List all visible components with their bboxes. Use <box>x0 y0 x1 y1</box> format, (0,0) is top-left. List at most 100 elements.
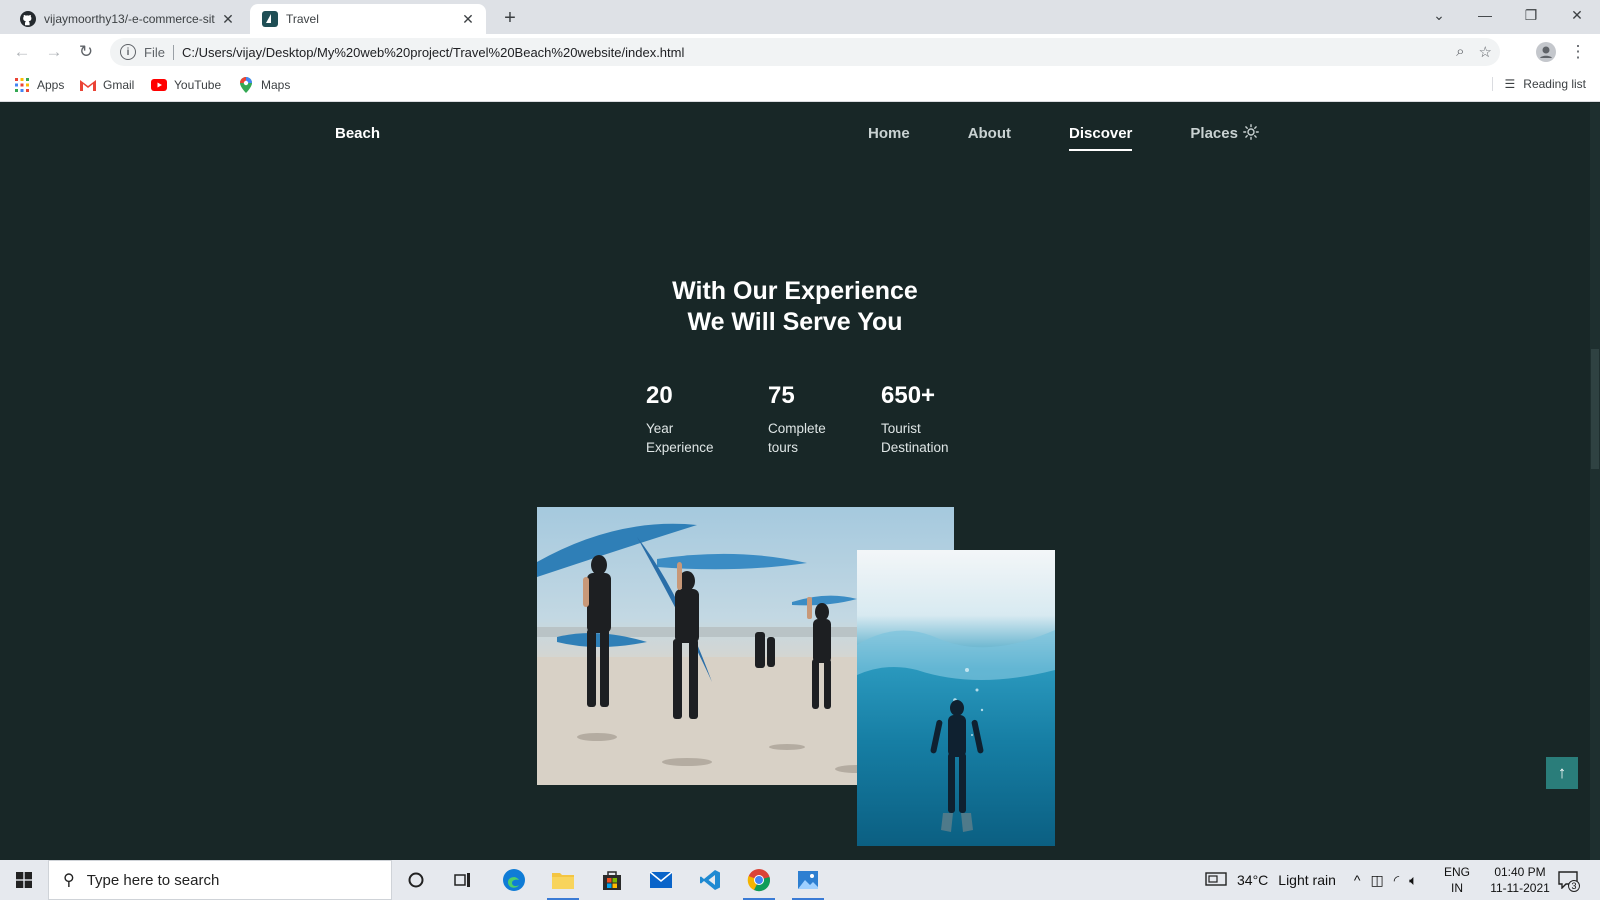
info-icon[interactable]: i <box>120 44 136 60</box>
clock-date: 11-11-2021 <box>1490 881 1550 895</box>
reading-list-icon: ☰ <box>1504 77 1516 91</box>
forward-arrow-icon[interactable]: → <box>40 38 68 66</box>
tray-chevron-up-icon[interactable]: ^ <box>1354 872 1361 888</box>
edge-browser-icon[interactable] <box>494 864 534 896</box>
microsoft-store-icon[interactable] <box>592 864 632 896</box>
bookmark-youtube[interactable]: YouTube <box>151 77 221 93</box>
photos-app-icon[interactable] <box>788 864 828 900</box>
language-indicator[interactable]: ENG IN <box>1444 864 1470 896</box>
tab-github[interactable]: vijaymoorthy13/-e-commerce-sit ✕ <box>8 4 246 34</box>
scroll-to-top-button[interactable]: ↑ <box>1546 757 1578 789</box>
stat-label: Tourist Destination <box>881 419 949 457</box>
underwater-diver-photo <box>857 550 1055 846</box>
address-bar[interactable]: i File C:/Users/vijay/Desktop/My%20web%2… <box>110 38 1500 66</box>
chrome-icon[interactable] <box>739 864 779 900</box>
weather-icon[interactable] <box>1205 871 1227 890</box>
vscode-icon[interactable] <box>690 864 730 896</box>
address-toolbar: ← → ↻ i File C:/Users/vijay/Desktop/My%2… <box>0 34 1600 70</box>
mail-icon[interactable] <box>641 864 681 896</box>
bookmark-label: Maps <box>261 78 291 92</box>
gmail-icon <box>80 77 96 93</box>
stat-tours: 75 Complete tours <box>768 381 826 457</box>
clock-time: 01:40 PM <box>1494 865 1546 879</box>
bookmark-maps[interactable]: Maps <box>238 77 290 93</box>
windows-taskbar: ⚲ Type here to search 34°C Light rain ^ … <box>0 860 1600 900</box>
scrollbar-thumb[interactable] <box>1591 349 1599 469</box>
search-placeholder: Type here to search <box>86 871 220 889</box>
heading-line-2: We Will Serve You <box>687 308 903 336</box>
stat-label-line: Complete <box>768 421 826 436</box>
network-wifi-icon[interactable]: ◜ <box>1394 872 1399 889</box>
minimize-icon[interactable]: — <box>1462 0 1508 30</box>
lang-line: ENG <box>1444 865 1471 879</box>
stat-years: 20 Year Experience <box>646 381 714 457</box>
bookmark-label: Gmail <box>103 78 135 92</box>
task-view-icon[interactable] <box>443 864 483 896</box>
stat-number: 650+ <box>881 382 936 409</box>
tab-title: Travel <box>286 12 319 26</box>
page-scrollbar[interactable] <box>1590 103 1600 860</box>
zoom-search-icon[interactable]: ⌕ <box>1456 43 1464 61</box>
cortana-icon[interactable] <box>396 864 436 896</box>
tab-title: vijaymoorthy13/-e-commerce-sit <box>44 12 215 26</box>
nav-places[interactable]: Places <box>1190 125 1238 142</box>
reload-icon[interactable]: ↻ <box>72 38 100 66</box>
bookmark-label: YouTube <box>174 78 222 92</box>
more-menu-icon[interactable]: ⋮ <box>1564 38 1592 66</box>
bookmarks-bar: Apps Gmail YouTube Maps ☰ Reading list <box>0 70 1600 102</box>
site-logo[interactable]: Beach <box>335 125 380 142</box>
reading-list-label: Reading list <box>1523 77 1586 91</box>
close-tab-icon[interactable]: ✕ <box>458 9 478 29</box>
taskbar-search-input[interactable]: ⚲ Type here to search <box>48 860 392 900</box>
notification-count: 3 <box>1568 880 1580 892</box>
nav-discover[interactable]: Discover <box>1069 125 1133 151</box>
stat-label-line: tours <box>768 440 799 455</box>
notifications-icon[interactable]: 3 <box>1556 868 1580 892</box>
scheme-label: File <box>144 44 174 60</box>
browser-tab-strip: vijaymoorthy13/-e-commerce-sit ✕ Travel … <box>0 0 1600 34</box>
stat-label: Complete tours <box>768 419 826 457</box>
weather-text[interactable]: Light rain <box>1278 872 1336 888</box>
volume-icon[interactable]: 🔈︎ <box>1409 872 1417 889</box>
apps-grid-icon <box>14 77 30 93</box>
tab-search-chevron-icon[interactable]: ⌄ <box>1416 0 1462 30</box>
back-arrow-icon[interactable]: ← <box>8 38 36 66</box>
windows-start-icon[interactable] <box>0 860 48 900</box>
arrow-up-icon: ↑ <box>1557 763 1567 782</box>
stat-label-line: Year <box>646 421 674 436</box>
bookmark-star-icon[interactable]: ☆ <box>1479 43 1492 61</box>
meet-now-icon[interactable]: ◫ <box>1370 872 1383 889</box>
close-tab-icon[interactable]: ✕ <box>218 9 238 29</box>
bookmark-label: Apps <box>37 78 65 92</box>
weather-temp[interactable]: 34°C <box>1237 872 1268 888</box>
stat-number: 75 <box>768 382 795 409</box>
bookmark-gmail[interactable]: Gmail <box>80 77 134 93</box>
system-tray: 34°C Light rain ^ ◫ ◜ 🔈︎ <box>1205 860 1418 900</box>
stat-label-line: Experience <box>646 440 714 455</box>
search-icon: ⚲ <box>63 872 75 889</box>
stat-destinations: 650+ Tourist Destination <box>881 381 949 457</box>
section-heading: With Our Experience We Will Serve You <box>560 276 1030 338</box>
heading-line-1: With Our Experience <box>672 277 918 305</box>
profile-avatar-icon[interactable] <box>1532 38 1560 66</box>
lang-line: IN <box>1451 881 1463 895</box>
theme-toggle-sun-icon[interactable] <box>1241 122 1261 142</box>
file-explorer-icon[interactable] <box>543 864 583 900</box>
tab-travel[interactable]: Travel ✕ <box>250 4 486 34</box>
stat-label-line: Destination <box>881 440 949 455</box>
main-nav: Home About Discover Places <box>868 125 1238 151</box>
stat-label-line: Tourist <box>881 421 921 436</box>
maps-icon <box>238 77 254 93</box>
bookmark-apps[interactable]: Apps <box>14 77 64 93</box>
youtube-icon <box>151 77 167 93</box>
nav-about[interactable]: About <box>968 125 1011 142</box>
stat-number: 20 <box>646 382 673 409</box>
url-text[interactable]: C:/Users/vijay/Desktop/My%20web%20projec… <box>182 45 684 60</box>
taskbar-clock[interactable]: 01:40 PM 11-11-2021 <box>1480 864 1560 896</box>
reading-list-button[interactable]: ☰ Reading list <box>1491 77 1586 91</box>
new-tab-plus-icon[interactable]: + <box>498 6 522 30</box>
window-close-icon[interactable]: ✕ <box>1554 0 1600 30</box>
web-page: Beach Home About Discover Places With Ou… <box>0 103 1600 860</box>
restore-icon[interactable]: ❐ <box>1508 0 1554 30</box>
nav-home[interactable]: Home <box>868 125 910 142</box>
